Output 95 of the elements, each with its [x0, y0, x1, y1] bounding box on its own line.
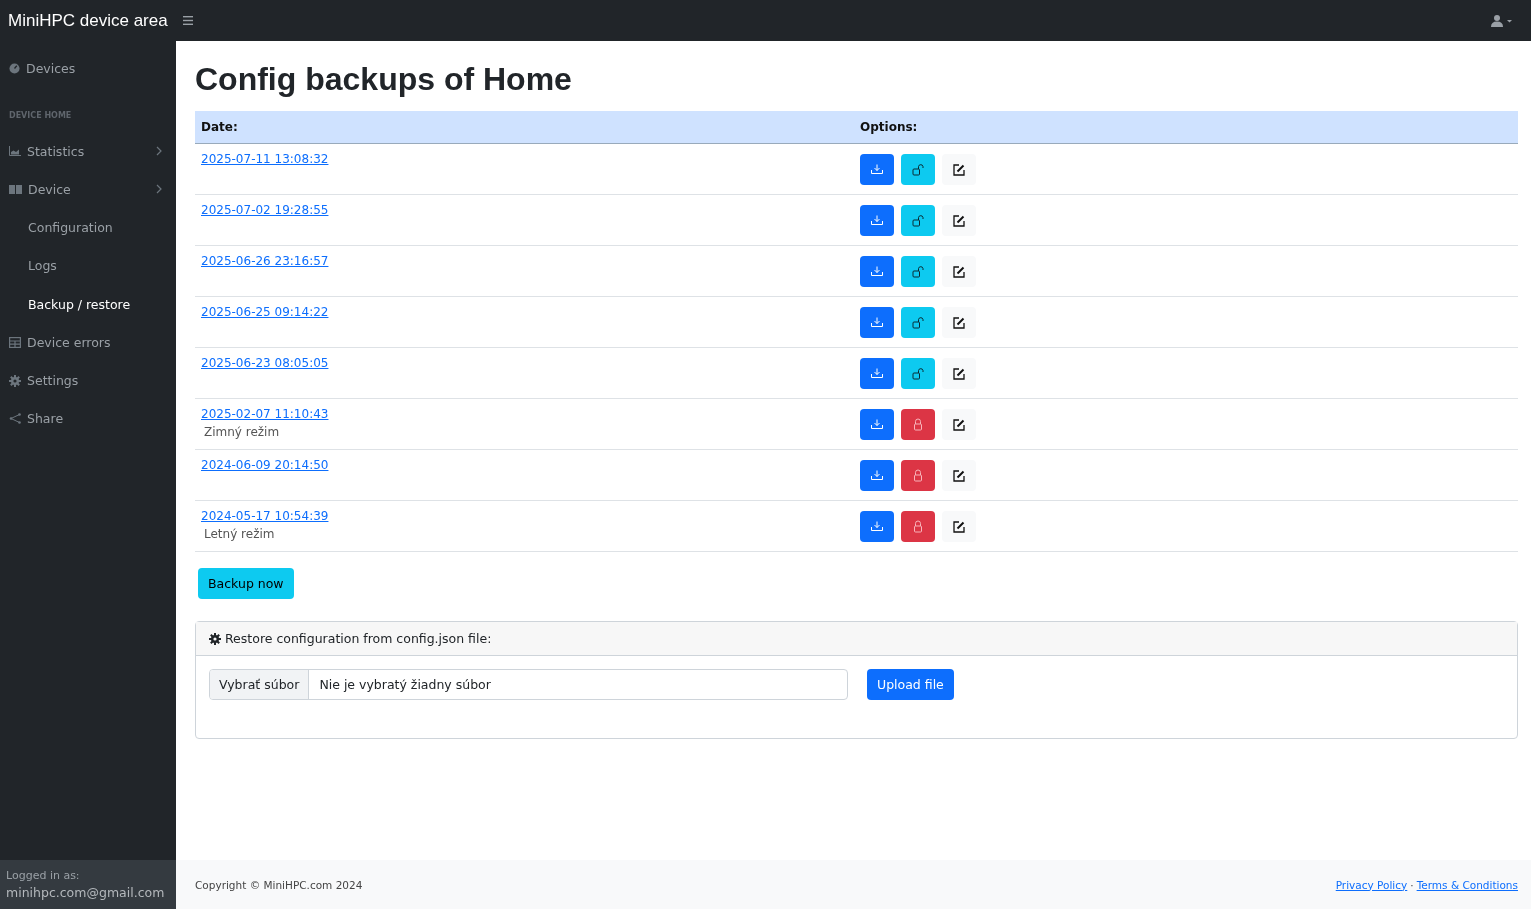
user-email: minihpc.com@gmail.com — [6, 885, 166, 900]
download-button[interactable] — [860, 205, 894, 236]
edit-icon — [953, 316, 965, 329]
backup-date-link[interactable]: 2025-07-02 19:28:55 — [201, 203, 329, 217]
unlocked-padlock-icon — [912, 163, 924, 176]
unlock-button[interactable] — [901, 205, 935, 236]
backup-now-button[interactable]: Backup now — [198, 568, 294, 599]
menu-icon[interactable] — [183, 16, 193, 25]
unlock-button[interactable] — [901, 154, 935, 185]
gear-icon — [9, 374, 21, 387]
download-icon — [871, 215, 883, 226]
column-header: Date: — [195, 111, 854, 144]
download-icon — [871, 368, 883, 379]
download-button[interactable] — [860, 256, 894, 287]
edit-button[interactable] — [942, 460, 976, 491]
download-icon — [871, 419, 883, 430]
unlocked-padlock-icon — [912, 214, 924, 227]
sidebar-item[interactable]: Statistics — [0, 132, 176, 170]
download-button[interactable] — [860, 409, 894, 440]
card-title: Restore configuration from config.json file: — [225, 631, 492, 646]
download-button[interactable] — [860, 307, 894, 338]
separator-text: · — [1410, 878, 1414, 891]
footer-link[interactable]: Privacy Policy — [1335, 878, 1408, 891]
column-header: Options: — [854, 111, 1518, 144]
edit-button[interactable] — [942, 256, 976, 287]
table-icon — [9, 337, 21, 348]
gauge-icon — [9, 62, 20, 74]
edit-button[interactable] — [942, 154, 976, 185]
lock-icon — [913, 469, 923, 482]
download-icon — [871, 521, 883, 532]
backup-date-link[interactable]: 2025-02-07 11:10:43 — [201, 407, 329, 421]
unlocked-padlock-icon — [912, 316, 924, 329]
unlock-button[interactable] — [901, 256, 935, 287]
sidebar-subitem[interactable]: Backup / restore — [0, 285, 176, 324]
logged-in-label: Logged in as: — [6, 869, 81, 882]
sidebar-item[interactable]: Devices — [0, 49, 176, 87]
lock-button[interactable] — [901, 511, 935, 542]
edit-icon — [953, 265, 965, 278]
sidebar-item[interactable]: Device errors — [0, 323, 176, 362]
download-icon — [871, 266, 883, 277]
upload-button[interactable]: Upload file — [867, 669, 954, 700]
share-icon — [9, 413, 21, 424]
chevron-right-icon — [156, 146, 162, 156]
area-chart-icon — [9, 146, 21, 156]
backup-note: Letný režim — [203, 527, 275, 541]
file-input[interactable]: Vybrať súbor Nie je vybratý žiadny súbor — [209, 669, 848, 700]
book-icon — [9, 184, 22, 194]
sidebar-item[interactable]: Device — [0, 170, 176, 208]
sidebar-subitem[interactable]: Logs — [0, 246, 176, 285]
download-button[interactable] — [860, 154, 894, 185]
download-icon — [871, 470, 883, 481]
edit-button[interactable] — [942, 511, 976, 542]
backup-date-link[interactable]: 2025-06-23 08:05:05 — [201, 356, 329, 370]
sidebar-subitem[interactable]: Configuration — [0, 208, 176, 247]
lock-icon — [913, 520, 923, 533]
edit-button[interactable] — [942, 358, 976, 389]
download-button[interactable] — [860, 511, 894, 542]
lock-icon — [913, 418, 923, 431]
edit-icon — [953, 163, 965, 176]
edit-button[interactable] — [942, 307, 976, 338]
unlock-button[interactable] — [901, 307, 935, 338]
lock-button[interactable] — [901, 460, 935, 491]
backup-note: Zimný režim — [203, 425, 280, 439]
edit-icon — [953, 367, 965, 380]
brand-title[interactable]: MiniHPC device area — [0, 10, 176, 31]
chevron-right-icon — [156, 184, 162, 194]
download-icon — [871, 164, 883, 175]
unlocked-padlock-icon — [912, 367, 924, 380]
backup-date-link[interactable]: 2024-05-17 10:54:39 — [201, 509, 329, 523]
backup-date-link[interactable]: 2024-06-09 20:14:50 — [201, 458, 329, 472]
unlocked-padlock-icon — [912, 265, 924, 278]
backup-date-link[interactable]: 2025-06-25 09:14:22 — [201, 305, 329, 319]
choose-file-button[interactable]: Vybrať súbor — [210, 670, 310, 699]
edit-icon — [953, 418, 965, 431]
sidebar-item[interactable]: Share — [0, 399, 176, 438]
edit-icon — [953, 214, 965, 227]
download-button[interactable] — [860, 460, 894, 491]
edit-icon — [953, 520, 965, 533]
footer-link[interactable]: Terms & Conditions — [1416, 878, 1518, 891]
copyright-text: Copyright © MiniHPC.com 2024 — [195, 878, 363, 891]
sidebar-item[interactable]: Settings — [0, 361, 176, 400]
backup-date-link[interactable]: 2025-07-11 13:08:32 — [201, 152, 329, 166]
gear-icon — [209, 632, 221, 645]
unlock-button[interactable] — [901, 358, 935, 389]
edit-icon — [953, 469, 965, 482]
page-title: Config backups of Home — [195, 61, 573, 98]
file-status: Nie je vybratý žiadny súbor — [318, 677, 491, 692]
backup-date-link[interactable]: 2025-06-26 23:16:57 — [201, 254, 329, 268]
edit-button[interactable] — [942, 409, 976, 440]
download-icon — [871, 317, 883, 328]
sidebar-heading: DEVICE HOME — [8, 110, 73, 122]
lock-button[interactable] — [901, 409, 935, 440]
download-button[interactable] — [860, 358, 894, 389]
user-menu-icon[interactable] — [1491, 14, 1513, 27]
edit-button[interactable] — [942, 205, 976, 236]
